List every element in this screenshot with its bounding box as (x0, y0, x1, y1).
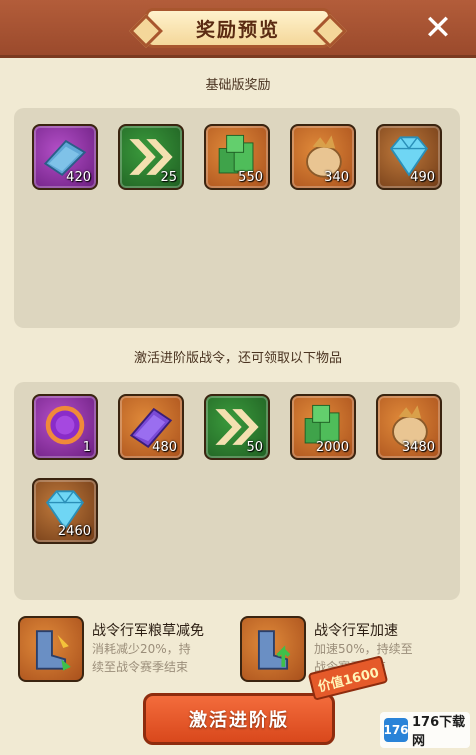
item-quantity: 490 (410, 170, 435, 185)
item-quantity: 25 (160, 170, 177, 185)
basic-item-blueprint[interactable]: 420 (32, 124, 98, 190)
page-title-text: 奖励预览 (195, 18, 280, 41)
basic-item-diamond[interactable]: 490 (376, 124, 442, 190)
advanced-item-portal[interactable]: 1 (32, 394, 98, 460)
advanced-rewards-panel: 1 480 50 2000 3480 2460 (14, 382, 460, 600)
item-quantity: 2460 (57, 524, 91, 539)
item-quantity: 1 (82, 440, 91, 455)
boot-grain-icon (35, 630, 71, 671)
site-watermark: 176 176下载网 (380, 712, 470, 749)
advanced-item-lumber[interactable]: 2000 (290, 394, 356, 460)
advanced-section-label: 激活进阶版战令，还可领取以下物品 (133, 351, 342, 366)
basic-item-speedup[interactable]: 25 (118, 124, 184, 190)
header-bar: 奖励预览 ✕ (0, 0, 476, 58)
item-quantity: 50 (246, 440, 263, 455)
perk-speed-desc-line1: 加速50%，持续至 (314, 642, 413, 656)
perk-grain-desc-line2: 续至战令赛季结束 (92, 660, 189, 674)
advanced-item-scroll[interactable]: 480 (118, 394, 184, 460)
activate-advanced-button[interactable]: 激活进阶版 (143, 693, 335, 745)
perk-grain-title: 战令行军粮草减免 (92, 623, 204, 639)
advanced-item-food[interactable]: 3480 (376, 394, 442, 460)
advanced-item-diamond[interactable]: 2460 (32, 478, 98, 544)
watermark-text: 176下载网 (412, 715, 466, 749)
item-quantity: 2000 (315, 440, 349, 455)
basic-rewards-panel: 420 25 550 340 490 (14, 108, 460, 328)
perk-speed-title: 战令行军加速 (314, 623, 398, 639)
item-quantity: 340 (324, 170, 349, 185)
page-title: 奖励预览 (145, 8, 331, 48)
item-quantity: 480 (152, 440, 177, 455)
basic-section-label: 基础版奖励 (205, 78, 271, 93)
activate-button-label: 激活进阶版 (189, 710, 289, 731)
advanced-item-speedup[interactable]: 50 (204, 394, 270, 460)
perk-grain-icon-box (18, 616, 84, 682)
boot-speed-icon (257, 630, 291, 670)
item-quantity: 420 (66, 170, 91, 185)
basic-item-food[interactable]: 340 (290, 124, 356, 190)
item-quantity: 3480 (401, 440, 435, 455)
perk-grain-desc-line1: 消耗减少20%，持 (92, 642, 191, 656)
basic-item-lumber[interactable]: 550 (204, 124, 270, 190)
item-quantity: 550 (238, 170, 263, 185)
close-icon[interactable]: ✕ (420, 10, 456, 46)
watermark-logo: 176 (383, 718, 409, 742)
perk-speed-icon-box (240, 616, 306, 682)
